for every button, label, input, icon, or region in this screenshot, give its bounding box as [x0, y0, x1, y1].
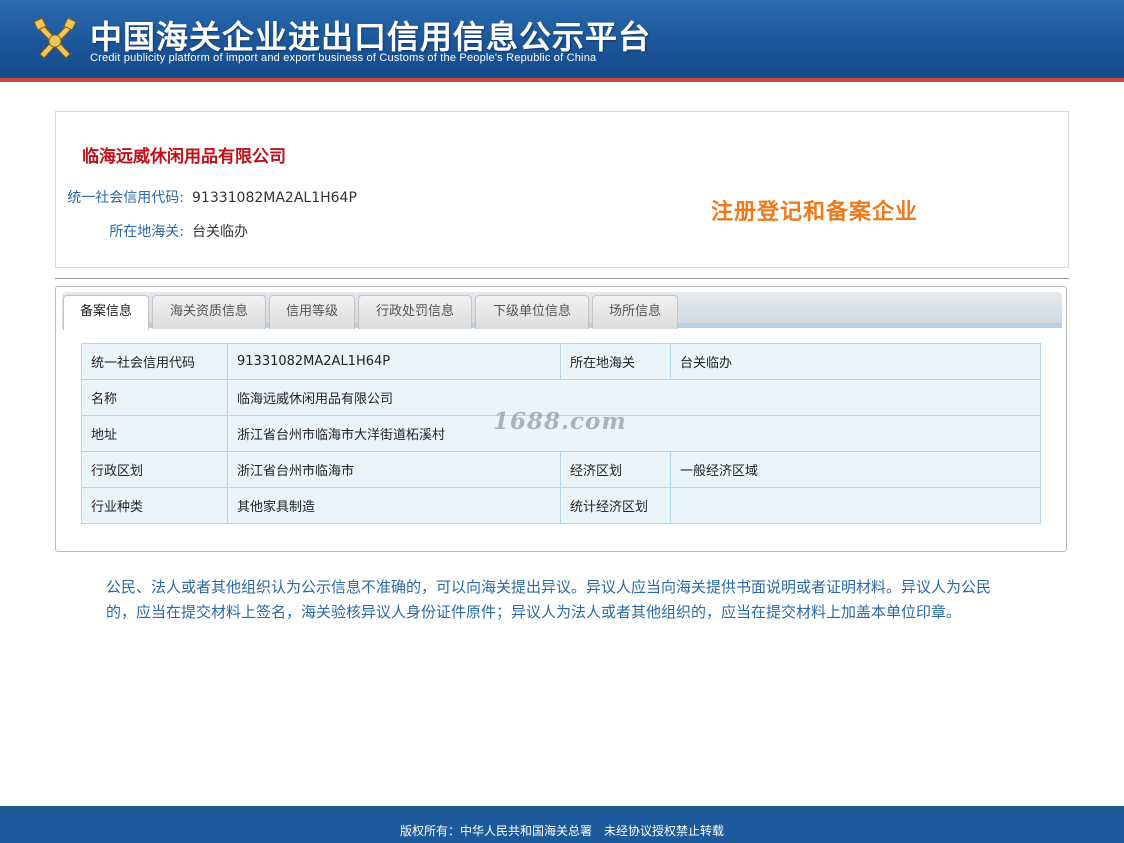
table-row: 行政区划 浙江省台州市临海市 经济区划 一般经济区域: [81, 451, 1041, 488]
company-name: 临海远威休闲用品有限公司: [82, 147, 286, 167]
tab-filing-info[interactable]: 备案信息: [63, 295, 149, 330]
site-subtitle: Credit publicity platform of import and …: [90, 52, 597, 64]
table-key: 地址: [81, 415, 228, 452]
table-value: 台关临办: [670, 343, 1041, 380]
customs-emblem-icon: [33, 17, 77, 59]
tab-bar: 备案信息 海关资质信息 信用等级 行政处罚信息 下级单位信息 场所信息: [62, 292, 1062, 330]
table-value: 91331082MA2AL1H64P: [227, 343, 561, 380]
table-key: 行政区划: [81, 451, 228, 488]
table-value: 浙江省台州市临海市大洋街道柘溪村: [227, 415, 1041, 452]
credit-code-row: 统一社会信用代码: 91331082MA2AL1H64P: [56, 187, 357, 207]
table-value: 浙江省台州市临海市: [227, 451, 561, 488]
section-divider: [55, 278, 1069, 279]
credit-code-value: 91331082MA2AL1H64P: [192, 190, 357, 206]
tab-administrative-penalty[interactable]: 行政处罚信息: [358, 295, 472, 329]
table-value: 临海远威休闲用品有限公司: [227, 379, 1041, 416]
table-key: 名称: [81, 379, 228, 416]
table-value: 其他家具制造: [227, 487, 561, 524]
credit-code-label: 统一社会信用代码:: [67, 190, 184, 206]
table-value: [670, 487, 1041, 524]
table-key: 经济区划: [560, 451, 671, 488]
tab-customs-qualification[interactable]: 海关资质信息: [152, 295, 266, 329]
customs-row: 所在地海关: 台关临办: [56, 221, 248, 241]
tab-premises-info[interactable]: 场所信息: [592, 295, 678, 329]
registration-badge: 注册登记和备案企业: [711, 200, 919, 225]
footer-copyright: 版权所有：中华人民共和国海关总署 未经协议授权禁止转载: [0, 806, 1124, 843]
tab-credit-rating[interactable]: 信用等级: [269, 295, 355, 329]
table-key: 统计经济区划: [560, 487, 671, 524]
site-header: 中国海关企业进出口信用信息公示平台 Credit publicity platf…: [0, 0, 1124, 82]
table-key: 统一社会信用代码: [81, 343, 228, 380]
customs-value: 台关临办: [192, 224, 248, 240]
table-row: 行业种类 其他家具制造 统计经济区划: [81, 487, 1041, 524]
objection-notice: 公民、法人或者其他组织认为公示信息不准确的，可以向海关提出异议。异议人应当向海关…: [106, 578, 992, 621]
tab-subordinate-units[interactable]: 下级单位信息: [475, 295, 589, 329]
table-key: 行业种类: [81, 487, 228, 524]
company-summary-card: 临海远威休闲用品有限公司 统一社会信用代码: 91331082MA2AL1H64P…: [55, 111, 1069, 268]
table-row: 统一社会信用代码 91331082MA2AL1H64P 所在地海关 台关临办: [81, 343, 1041, 380]
watermark: 1688.com: [493, 408, 627, 435]
table-key: 所在地海关: [560, 343, 671, 380]
customs-label: 所在地海关:: [109, 224, 184, 240]
table-value: 一般经济区域: [670, 451, 1041, 488]
